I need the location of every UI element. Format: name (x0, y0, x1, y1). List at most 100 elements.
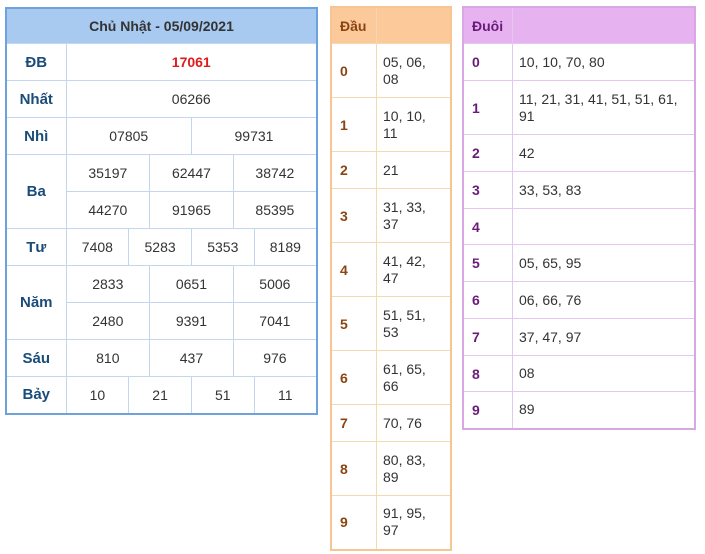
dau-header-row: Đầu (330, 6, 452, 44)
dau-value: 05, 06, 08 (376, 43, 452, 98)
dau-value: 70, 76 (376, 404, 452, 442)
dau-row: 8 80, 83, 89 (330, 441, 452, 496)
duoi-value: 10, 10, 70, 80 (512, 43, 696, 81)
prize-number: 10 (65, 376, 130, 414)
dau-row: 0 05, 06, 08 (330, 43, 452, 98)
dau-row: 6 61, 65, 66 (330, 350, 452, 405)
prize-number: 91965 (149, 191, 234, 229)
dau-key: 0 (330, 43, 377, 98)
prize-number: 35197 (65, 154, 151, 192)
duoi-header-row: Đuôi (462, 6, 696, 44)
duoi-value: 42 (512, 134, 696, 172)
duoi-key: 9 (462, 391, 513, 429)
duoi-header-label: Đuôi (462, 6, 513, 44)
dau-header-label: Đầu (330, 6, 377, 44)
dau-value: 21 (376, 151, 452, 189)
duoi-row: 8 08 (462, 355, 696, 392)
prize-row-sau: Sáu 810 437 976 (5, 339, 318, 377)
prize-label: Năm (5, 265, 67, 340)
prize-number: 44270 (65, 191, 151, 229)
duoi-row: 2 42 (462, 134, 696, 172)
dau-key: 5 (330, 296, 377, 351)
dau-key: 6 (330, 350, 377, 405)
dau-header-blank (376, 6, 452, 44)
dau-row: 2 21 (330, 151, 452, 189)
dau-value: 41, 42, 47 (376, 242, 452, 297)
dau-table: Đầu 0 05, 06, 08 1 10, 10, 11 2 21 3 31, 33,… (330, 6, 452, 551)
duoi-key: 6 (462, 281, 513, 319)
duoi-row: 7 37, 47, 97 (462, 318, 696, 356)
dau-value: 31, 33, 37 (376, 188, 452, 243)
prize-row-nhi: Nhì 07805 99731 (5, 117, 318, 155)
prize-row-nam: Năm 2833 0651 5006 (5, 265, 318, 340)
prize-number: 810 (65, 339, 151, 377)
prize-label: Nhì (5, 117, 67, 155)
duoi-row: 1 11, 21, 31, 41, 51, 51, 61, 91 (462, 80, 696, 135)
duoi-value: 08 (512, 355, 696, 392)
dau-value: 80, 83, 89 (376, 441, 452, 496)
prize-number: 38742 (232, 154, 318, 192)
results-header-row: Chủ Nhật - 05/09/2021 (5, 7, 318, 44)
dau-row: 7 70, 76 (330, 404, 452, 442)
prize-label: Nhất (5, 80, 67, 118)
duoi-key: 7 (462, 318, 513, 356)
prize-row-tu: Tư 7408 5283 5353 8189 (5, 228, 318, 266)
prize-label: Tư (5, 228, 67, 266)
prize-label: Sáu (5, 339, 67, 377)
duoi-value: 89 (512, 391, 696, 429)
prize-label: ĐB (5, 43, 67, 81)
dau-row: 9 91, 95, 97 (330, 495, 452, 550)
results-date-title: Chủ Nhật - 05/09/2021 (5, 7, 318, 44)
dau-value: 61, 65, 66 (376, 350, 452, 405)
duoi-row: 6 06, 66, 76 (462, 281, 696, 319)
duoi-value (512, 208, 696, 245)
dau-key: 2 (330, 151, 377, 189)
prize-number: 976 (232, 339, 318, 377)
dau-value: 51, 51, 53 (376, 296, 452, 351)
dau-key: 8 (330, 441, 377, 496)
duoi-key: 2 (462, 134, 513, 172)
duoi-key: 5 (462, 244, 513, 282)
lottery-results-table: Chủ Nhật - 05/09/2021 ĐB 17061 Nhất 0626… (5, 7, 318, 415)
prize-label: Bảy (5, 376, 67, 414)
prize-number: 5353 (190, 228, 255, 266)
duoi-table: Đuôi 0 10, 10, 70, 80 1 11, 21, 31, 41, 51… (462, 6, 696, 430)
duoi-key: 0 (462, 43, 513, 81)
duoi-value: 11, 21, 31, 41, 51, 51, 61, 91 (512, 80, 696, 135)
prize-row-bay: Bảy 10 21 51 11 (5, 376, 318, 414)
prize-number: 9391 (149, 302, 234, 340)
prize-number: 2833 (65, 265, 151, 303)
prize-row-ba: Ba 35197 62447 38742 (5, 154, 318, 229)
dau-row: 5 51, 51, 53 (330, 296, 452, 351)
dau-key: 4 (330, 242, 377, 297)
duoi-row: 0 10, 10, 70, 80 (462, 43, 696, 81)
duoi-row: 9 89 (462, 391, 696, 429)
dau-row: 1 10, 10, 11 (330, 97, 452, 152)
prize-number: 8189 (253, 228, 318, 266)
duoi-key: 3 (462, 171, 513, 209)
dau-value: 91, 95, 97 (376, 495, 452, 550)
duoi-value: 33, 53, 83 (512, 171, 696, 209)
prize-number: 21 (128, 376, 192, 414)
dau-key: 9 (330, 495, 377, 550)
prize-number: 85395 (232, 191, 318, 229)
prize-number: 7041 (232, 302, 318, 340)
prize-row-nhat: Nhất 06266 (5, 80, 318, 118)
prize-number: 5006 (232, 265, 318, 303)
dau-row: 3 31, 33, 37 (330, 188, 452, 243)
prize-number: 2480 (65, 302, 151, 340)
prize-number: 0651 (149, 265, 234, 303)
prize-number: 17061 (65, 43, 318, 81)
duoi-key: 4 (462, 208, 513, 245)
duoi-row: 4 (462, 208, 696, 245)
duoi-row: 5 05, 65, 95 (462, 244, 696, 282)
duoi-row: 3 33, 53, 83 (462, 171, 696, 209)
duoi-value: 06, 66, 76 (512, 281, 696, 319)
prize-number: 62447 (149, 154, 234, 192)
dau-key: 3 (330, 188, 377, 243)
prize-number: 437 (149, 339, 234, 377)
prize-number: 07805 (65, 117, 192, 155)
prize-number: 99731 (190, 117, 318, 155)
dau-key: 7 (330, 404, 377, 442)
prize-number: 06266 (65, 80, 318, 118)
